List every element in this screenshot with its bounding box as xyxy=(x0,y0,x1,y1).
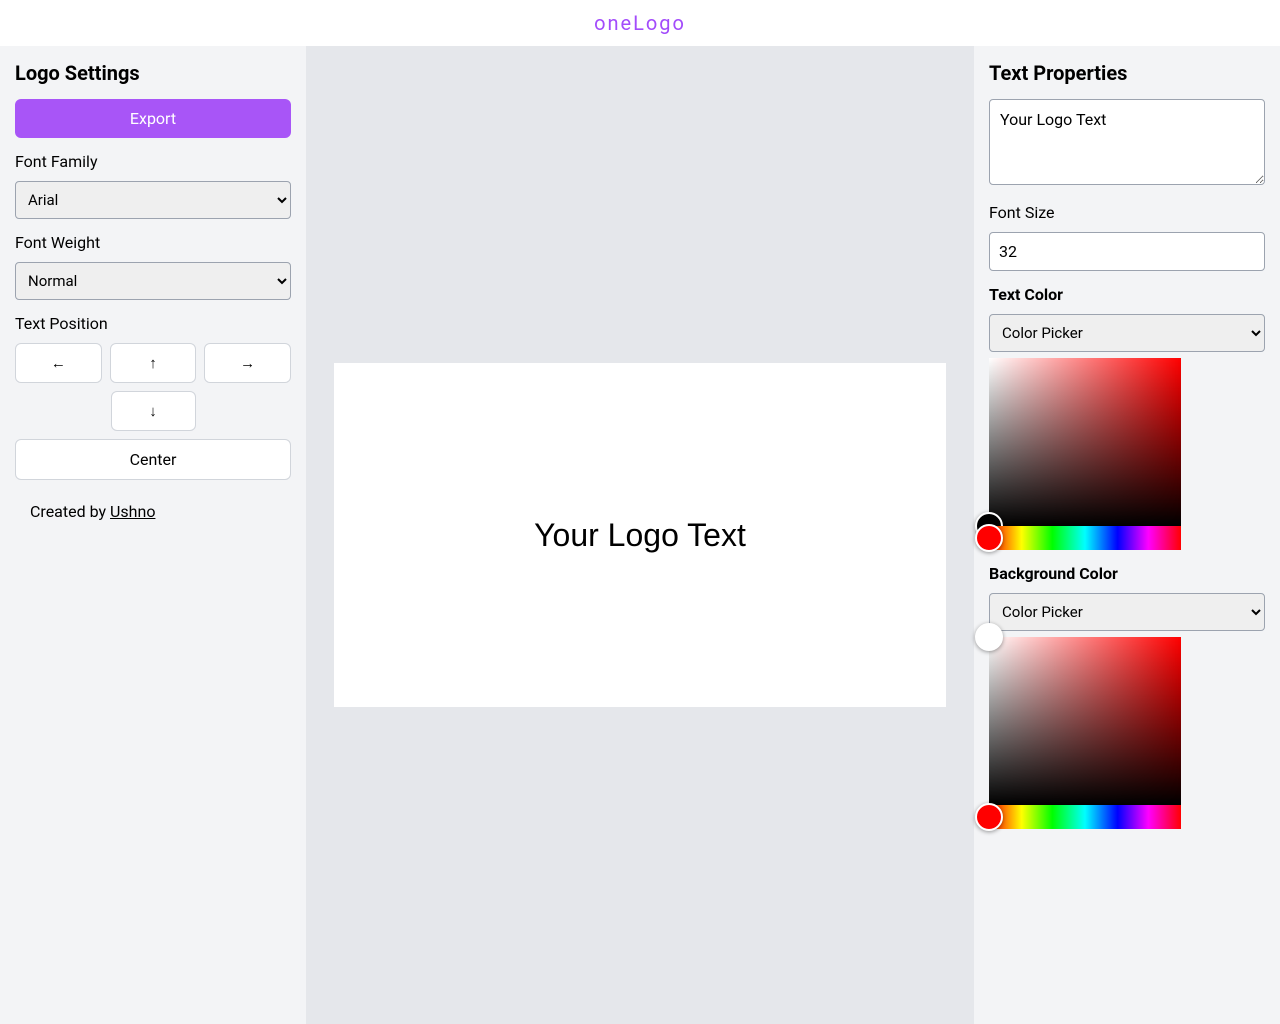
text-properties-title: Text Properties xyxy=(989,61,1265,85)
bg-color-hue[interactable] xyxy=(989,805,1181,829)
canvas-area: Your Logo Text xyxy=(306,46,974,1024)
logo-text: Your Logo Text xyxy=(534,517,746,554)
center-button[interactable]: Center xyxy=(15,439,291,480)
credit-prefix: Created by xyxy=(30,502,110,521)
text-color-picker xyxy=(989,358,1265,550)
font-weight-label: Font Weight xyxy=(15,233,291,252)
font-size-label: Font Size xyxy=(989,203,1265,222)
arrow-down-button[interactable]: ↓ xyxy=(111,391,196,431)
logo-text-input[interactable] xyxy=(989,99,1265,185)
logo-canvas[interactable]: Your Logo Text xyxy=(334,363,946,707)
app-title: oneLogo xyxy=(594,11,686,35)
text-color-saturation[interactable] xyxy=(989,358,1181,526)
logo-settings-title: Logo Settings xyxy=(15,61,291,85)
bg-color-picker xyxy=(989,637,1265,829)
bg-color-saturation[interactable] xyxy=(989,637,1181,805)
credit-link[interactable]: Ushno xyxy=(110,502,155,521)
text-color-hue-cursor[interactable] xyxy=(975,524,1003,552)
font-family-select[interactable]: Arial xyxy=(15,181,291,219)
text-color-label: Text Color xyxy=(989,285,1265,304)
credit-text: Created by Ushno xyxy=(15,494,291,521)
arrow-row-bottom: ↓ xyxy=(15,391,291,431)
font-family-label: Font Family xyxy=(15,152,291,171)
font-weight-select[interactable]: Normal xyxy=(15,262,291,300)
bg-color-label: Background Color xyxy=(989,564,1265,583)
text-properties-panel: Text Properties Font Size Text Color Col… xyxy=(974,46,1280,1024)
bg-color-hue-cursor[interactable] xyxy=(975,803,1003,831)
logo-settings-panel: Logo Settings Export Font Family Arial F… xyxy=(0,46,306,1024)
text-color-hue[interactable] xyxy=(989,526,1181,550)
bg-color-saturation-cursor[interactable] xyxy=(975,623,1003,651)
bg-color-mode-select[interactable]: Color Picker xyxy=(989,593,1265,631)
text-position-label: Text Position xyxy=(15,314,291,333)
arrow-row-top: ← ↑ → xyxy=(15,343,291,383)
app-header: oneLogo xyxy=(0,0,1280,46)
export-button[interactable]: Export xyxy=(15,99,291,138)
arrow-right-button[interactable]: → xyxy=(204,343,291,383)
text-color-mode-select[interactable]: Color Picker xyxy=(989,314,1265,352)
main-area: Logo Settings Export Font Family Arial F… xyxy=(0,46,1280,1024)
arrow-up-button[interactable]: ↑ xyxy=(110,343,197,383)
font-size-input[interactable] xyxy=(989,232,1265,271)
arrow-left-button[interactable]: ← xyxy=(15,343,102,383)
